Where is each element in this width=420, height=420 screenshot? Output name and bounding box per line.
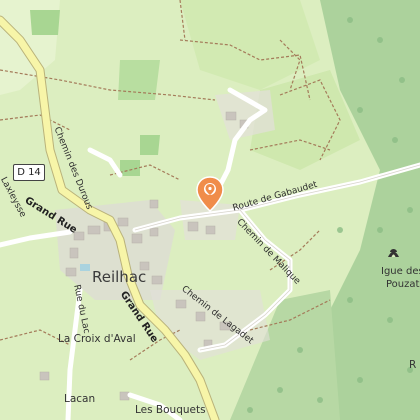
place-label-croix-daval[interactable]: La Croix d'Aval [58, 334, 136, 345]
place-label-reilhac[interactable]: Reilhac [92, 270, 146, 285]
location-pin-icon[interactable] [196, 176, 224, 213]
poi-label-igue-line2[interactable]: Pouzats [386, 280, 420, 290]
route-shield-d14: D 14 [13, 164, 45, 181]
place-label-edge-r: R [409, 359, 417, 371]
map-canvas[interactable]: D 14 Reilhac La Croix d'Aval Lacan Les B… [0, 0, 420, 420]
poi-label-igue-line1[interactable]: Igue des [381, 267, 420, 277]
place-label-lacan[interactable]: Lacan [64, 394, 95, 405]
place-label-les-bouquets[interactable]: Les Bouquets [135, 405, 206, 416]
